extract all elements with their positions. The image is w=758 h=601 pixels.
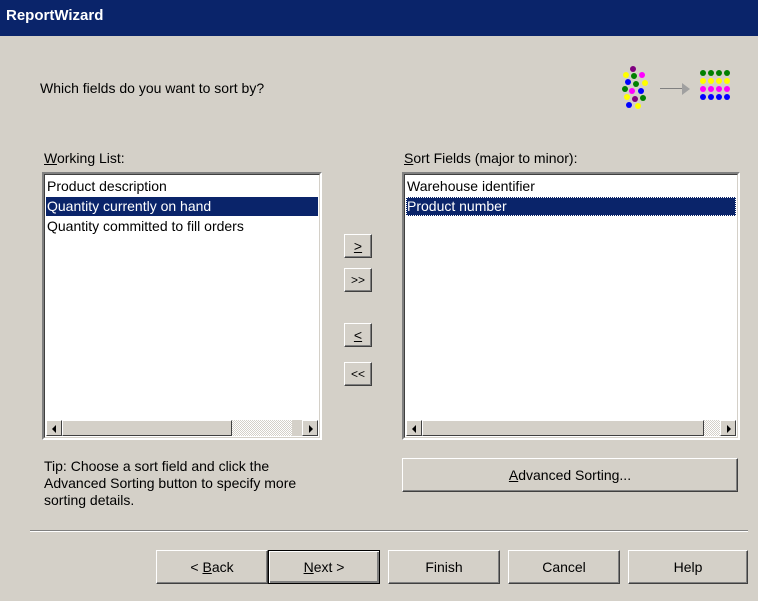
working-list-item[interactable]: Product description	[46, 177, 318, 196]
working-list-label: Working List:	[44, 150, 125, 166]
sort-fields-item-selected[interactable]: Product number	[406, 197, 736, 216]
cancel-button[interactable]: Cancel	[508, 550, 620, 584]
sort-fields-item[interactable]: Warehouse identifier	[406, 177, 736, 196]
help-button[interactable]: Help	[628, 550, 748, 584]
sort-graphic-icon	[620, 64, 745, 116]
window-title: ReportWizard	[6, 7, 104, 24]
add-all-button[interactable]: >>	[344, 268, 372, 292]
working-list-box[interactable]: Product description Quantity currently o…	[42, 172, 322, 440]
scroll-left-arrow-icon[interactable]	[406, 420, 422, 436]
add-one-button[interactable]: >	[344, 234, 372, 258]
footer-separator	[30, 530, 748, 532]
scroll-right-arrow-icon[interactable]	[302, 420, 318, 436]
scroll-thumb[interactable]	[62, 420, 232, 436]
advanced-sorting-button[interactable]: Advanced Sorting...	[402, 458, 738, 492]
tip-text: Tip: Choose a sort field and click the A…	[44, 458, 297, 508]
working-list-item[interactable]: Quantity committed to fill orders	[46, 217, 318, 236]
title-bar: ReportWizard	[0, 0, 758, 36]
sort-fields-box[interactable]: Warehouse identifier Product number	[402, 172, 740, 440]
sort-fields-hscrollbar[interactable]	[406, 420, 736, 436]
scroll-left-arrow-icon[interactable]	[46, 420, 62, 436]
remove-all-button[interactable]: <<	[344, 362, 372, 386]
scroll-thumb[interactable]	[422, 420, 704, 436]
finish-button[interactable]: Finish	[388, 550, 500, 584]
back-button[interactable]: < Back	[156, 550, 268, 584]
working-list-hscrollbar[interactable]	[46, 420, 318, 436]
question-label: Which fields do you want to sort by?	[40, 80, 265, 96]
scroll-track[interactable]	[232, 420, 292, 436]
sort-fields-label: Sort Fields (major to minor):	[404, 150, 578, 166]
next-button[interactable]: Next >	[268, 550, 380, 584]
remove-one-button[interactable]: <	[344, 323, 372, 347]
working-list-item-selected[interactable]: Quantity currently on hand	[46, 197, 318, 216]
scroll-right-arrow-icon[interactable]	[720, 420, 736, 436]
